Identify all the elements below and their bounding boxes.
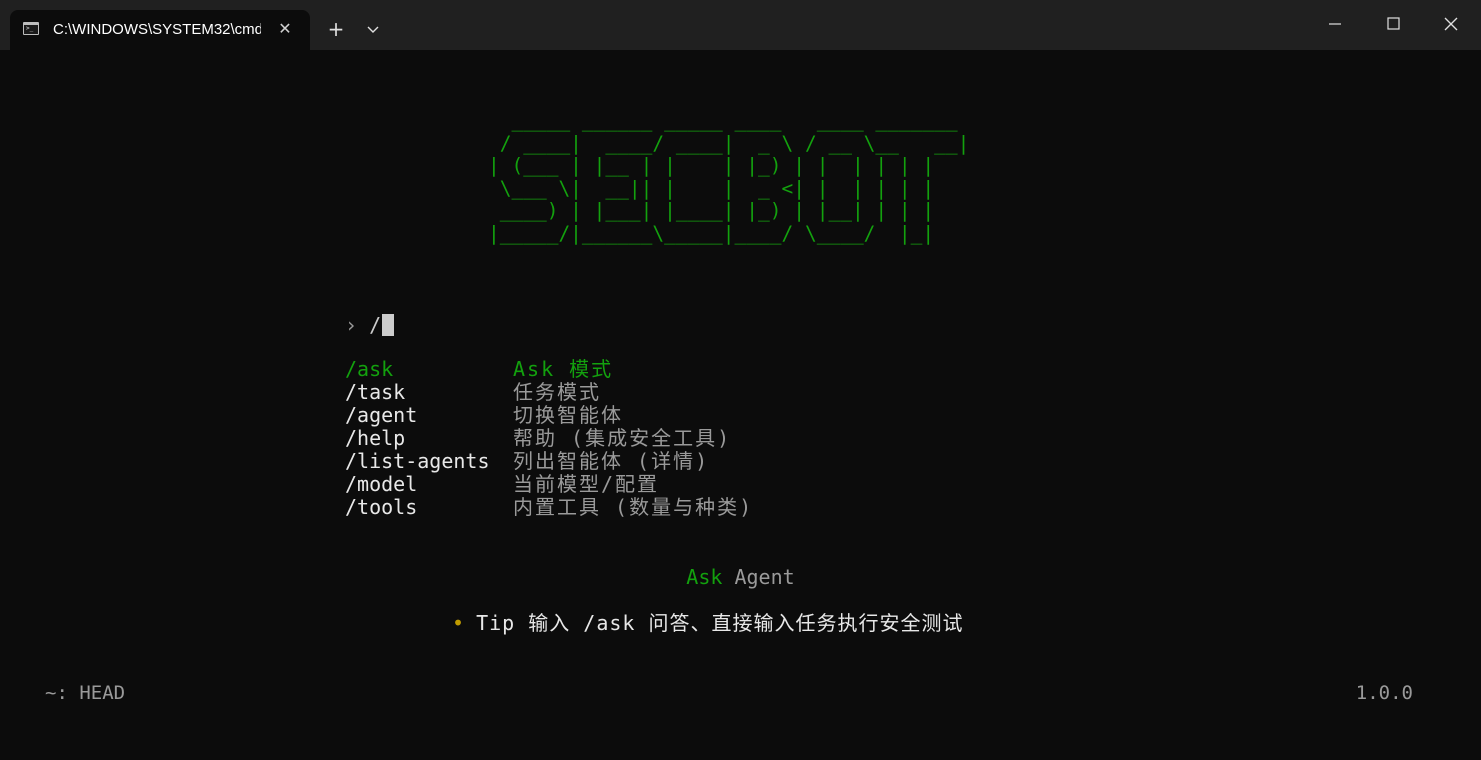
command-description: 帮助 (集成安全工具) — [513, 426, 732, 450]
current-agent-label: Ask Agent — [0, 564, 1481, 590]
command-description: 切换智能体 — [513, 403, 623, 427]
tab-title: C:\WINDOWS\SYSTEM32\cmd — [53, 21, 261, 38]
terminal-icon — [23, 22, 39, 35]
title-bar[interactable]: C:\WINDOWS\SYSTEM32\cmd ✕ + — [0, 0, 1481, 50]
command-name: /help — [345, 426, 406, 450]
tab-close-icon[interactable]: ✕ — [275, 19, 295, 39]
banner-line: ____) | |___| |____| |_) | |__| | | | — [488, 199, 970, 222]
command-description: 任务模式 — [513, 380, 601, 404]
command-name: /ask — [345, 357, 394, 381]
chevron-down-icon[interactable] — [362, 18, 384, 40]
command-name: /task — [345, 380, 406, 404]
tab-cmd[interactable]: C:\WINDOWS\SYSTEM32\cmd ✕ — [10, 10, 310, 50]
agent-name: Ask — [686, 565, 723, 589]
command-name: /agent — [345, 403, 418, 427]
bullet-icon: • — [452, 611, 465, 635]
minimize-icon[interactable] — [1312, 8, 1358, 40]
banner-line: / ____| ____/ ____| _ \ / __ \__ __| — [488, 131, 970, 155]
close-icon[interactable] — [1428, 8, 1474, 40]
banner-line: | (___ | |__ | | | |_) | | | | | | — [488, 154, 970, 177]
prompt-arrow-icon: › — [345, 313, 358, 337]
banner-line: _____ ______ _____ ____ ____ _______ — [488, 109, 970, 132]
text-cursor — [382, 314, 395, 336]
command-name: /tools — [345, 495, 418, 519]
command-description: 当前模型/配置 — [513, 472, 660, 496]
command-name: /model — [345, 472, 418, 496]
terminal-window: C:\WINDOWS\SYSTEM32\cmd ✕ + — [0, 0, 1481, 760]
command-name: /list-agents — [345, 449, 490, 473]
status-branch: ~: HEAD — [45, 682, 126, 704]
command-description: 内置工具 (数量与种类) — [513, 495, 754, 519]
new-tab-icon[interactable]: + — [323, 16, 349, 42]
banner-line: |_____/|______\_____|____/ \____/ |_| — [488, 221, 970, 245]
tip-text: Tip 输入 /ask 问答、直接输入任务执行安全测试 — [476, 611, 964, 635]
tip-message: • Tip 输入 /ask 问答、直接输入任务执行安全测试 — [452, 610, 964, 636]
terminal-output[interactable]: _____ ______ _____ ____ ____ _______ / _… — [0, 50, 1481, 760]
scrollbar[interactable] — [1477, 50, 1481, 760]
secbot-ascii-banner: _____ ______ _____ ____ ____ _______ / _… — [488, 109, 970, 245]
maximize-icon[interactable] — [1370, 8, 1416, 40]
command-description: Ask 模式 — [513, 357, 614, 381]
command-prompt[interactable]: › / — [345, 312, 395, 338]
command-input[interactable]: / — [369, 313, 381, 337]
agent-suffix: Agent — [734, 565, 795, 589]
command-description: 列出智能体 (详情) — [513, 449, 710, 473]
banner-line: \___ \| __|| | | _ <| | | | | | — [488, 176, 970, 200]
status-version: 1.0.0 — [1355, 682, 1413, 704]
